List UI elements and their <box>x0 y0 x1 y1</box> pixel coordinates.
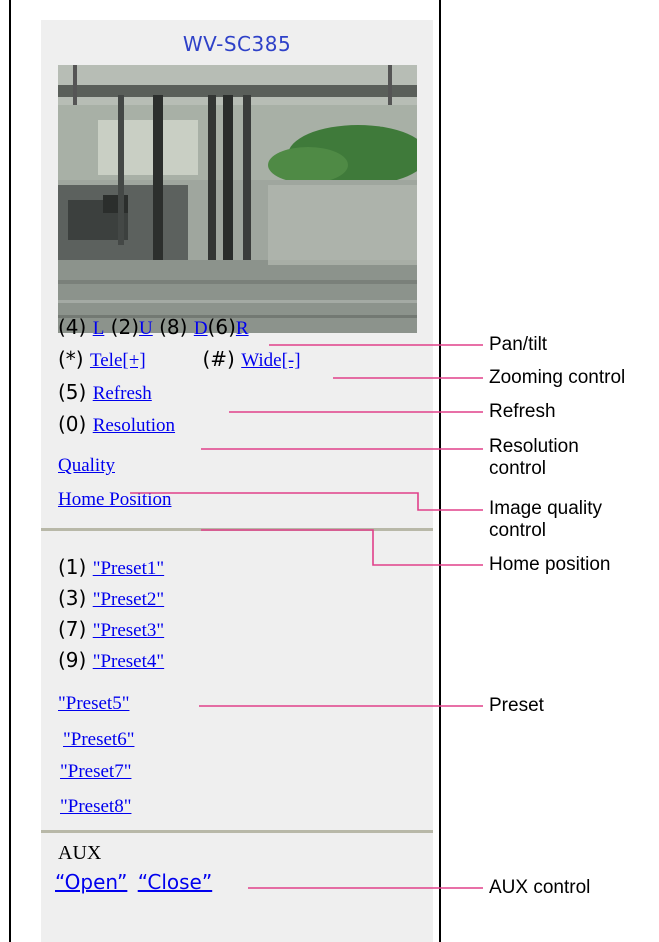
pan-left-key: (4) <box>58 315 87 339</box>
preset-link[interactable]: "Preset1" <box>93 558 164 579</box>
tilt-up-link[interactable]: U <box>139 318 153 339</box>
preset-key: (9) <box>58 648 87 672</box>
resolution-row: (0) Resolution <box>58 412 175 437</box>
callout-preset: Preset <box>489 695 544 716</box>
zoom-wide-link[interactable]: Wide[-] <box>241 350 300 371</box>
callout-quality-line1: Image quality <box>489 498 603 519</box>
callout-aux: AUX control <box>489 877 591 898</box>
callout-resolution-line1: Resolution <box>489 436 579 457</box>
pan-tilt-row: (4) L (2)U (8) D(6)R <box>58 315 249 340</box>
mobile-screen: WV-SC385 (4) L (2)U (8) D(6)R (*) Tele[+… <box>41 20 433 942</box>
callout-pan-tilt: Pan/tilt <box>489 334 548 355</box>
quality-row: Quality <box>58 452 115 477</box>
preset-link[interactable]: "Preset8" <box>60 796 131 817</box>
preset-link[interactable]: "Preset3" <box>93 620 164 641</box>
callout-zoom: Zooming control <box>489 367 626 388</box>
zoom-tele-key: (*) <box>58 347 84 371</box>
preset-row: "Preset8" <box>60 793 131 818</box>
zoom-wide-key: (#) <box>202 347 235 371</box>
preset-row: "Preset6" <box>63 726 134 751</box>
preset-link[interactable]: "Preset4" <box>93 651 164 672</box>
aux-heading-text: AUX <box>58 842 102 864</box>
preset-key: (1) <box>58 555 87 579</box>
resolution-key: (0) <box>58 412 87 436</box>
pan-left-link[interactable]: L <box>93 318 105 339</box>
preset-row: "Preset5" <box>58 690 129 715</box>
preset-row: (3) "Preset2" <box>58 586 164 611</box>
refresh-row: (5) Refresh <box>58 380 152 405</box>
refresh-key: (5) <box>58 380 87 404</box>
tilt-up-key: (2) <box>110 315 140 339</box>
preset-link[interactable]: "Preset7" <box>60 761 131 782</box>
preset-link[interactable]: "Preset5" <box>58 693 129 714</box>
zoom-tele-link[interactable]: Tele[+] <box>90 350 146 371</box>
home-position-link[interactable]: Home Position <box>58 489 171 510</box>
camera-scene <box>58 65 417 333</box>
aux-open-link[interactable]: “Open” <box>55 870 127 894</box>
aux-row: “Open” “Close” <box>55 870 212 894</box>
preset-link[interactable]: "Preset6" <box>63 729 134 750</box>
home-row: Home Position <box>58 486 171 511</box>
pan-right-key: (6) <box>207 315 236 339</box>
callout-home: Home position <box>489 554 611 575</box>
preset-row: (1) "Preset1" <box>58 555 164 580</box>
preset-row: (7) "Preset3" <box>58 617 164 642</box>
mobile-frame: WV-SC385 (4) L (2)U (8) D(6)R (*) Tele[+… <box>9 0 441 942</box>
resolution-link[interactable]: Resolution <box>93 415 175 436</box>
tilt-down-link[interactable]: D <box>194 318 208 339</box>
refresh-link[interactable]: Refresh <box>93 383 152 404</box>
quality-link[interactable]: Quality <box>58 455 115 476</box>
section-divider <box>41 830 433 833</box>
camera-live-image <box>58 65 417 333</box>
pan-right-link[interactable]: R <box>236 318 249 339</box>
aux-heading: AUX <box>58 840 101 865</box>
preset-row: (9) "Preset4" <box>58 648 164 673</box>
camera-title: WV-SC385 <box>182 32 292 56</box>
preset-key: (7) <box>58 617 87 641</box>
callout-resolution-line2: control <box>489 458 547 479</box>
tilt-down-key: (8) <box>159 315 188 339</box>
callout-refresh: Refresh <box>489 401 556 422</box>
aux-close-link[interactable]: “Close” <box>138 870 213 894</box>
callout-quality-line2: control <box>489 520 547 541</box>
section-divider <box>41 528 433 531</box>
zoom-row: (*) Tele[+] (#) Wide[-] <box>58 347 301 372</box>
preset-key: (3) <box>58 586 87 610</box>
preset-row: "Preset7" <box>60 758 131 783</box>
preset-link[interactable]: "Preset2" <box>93 589 164 610</box>
